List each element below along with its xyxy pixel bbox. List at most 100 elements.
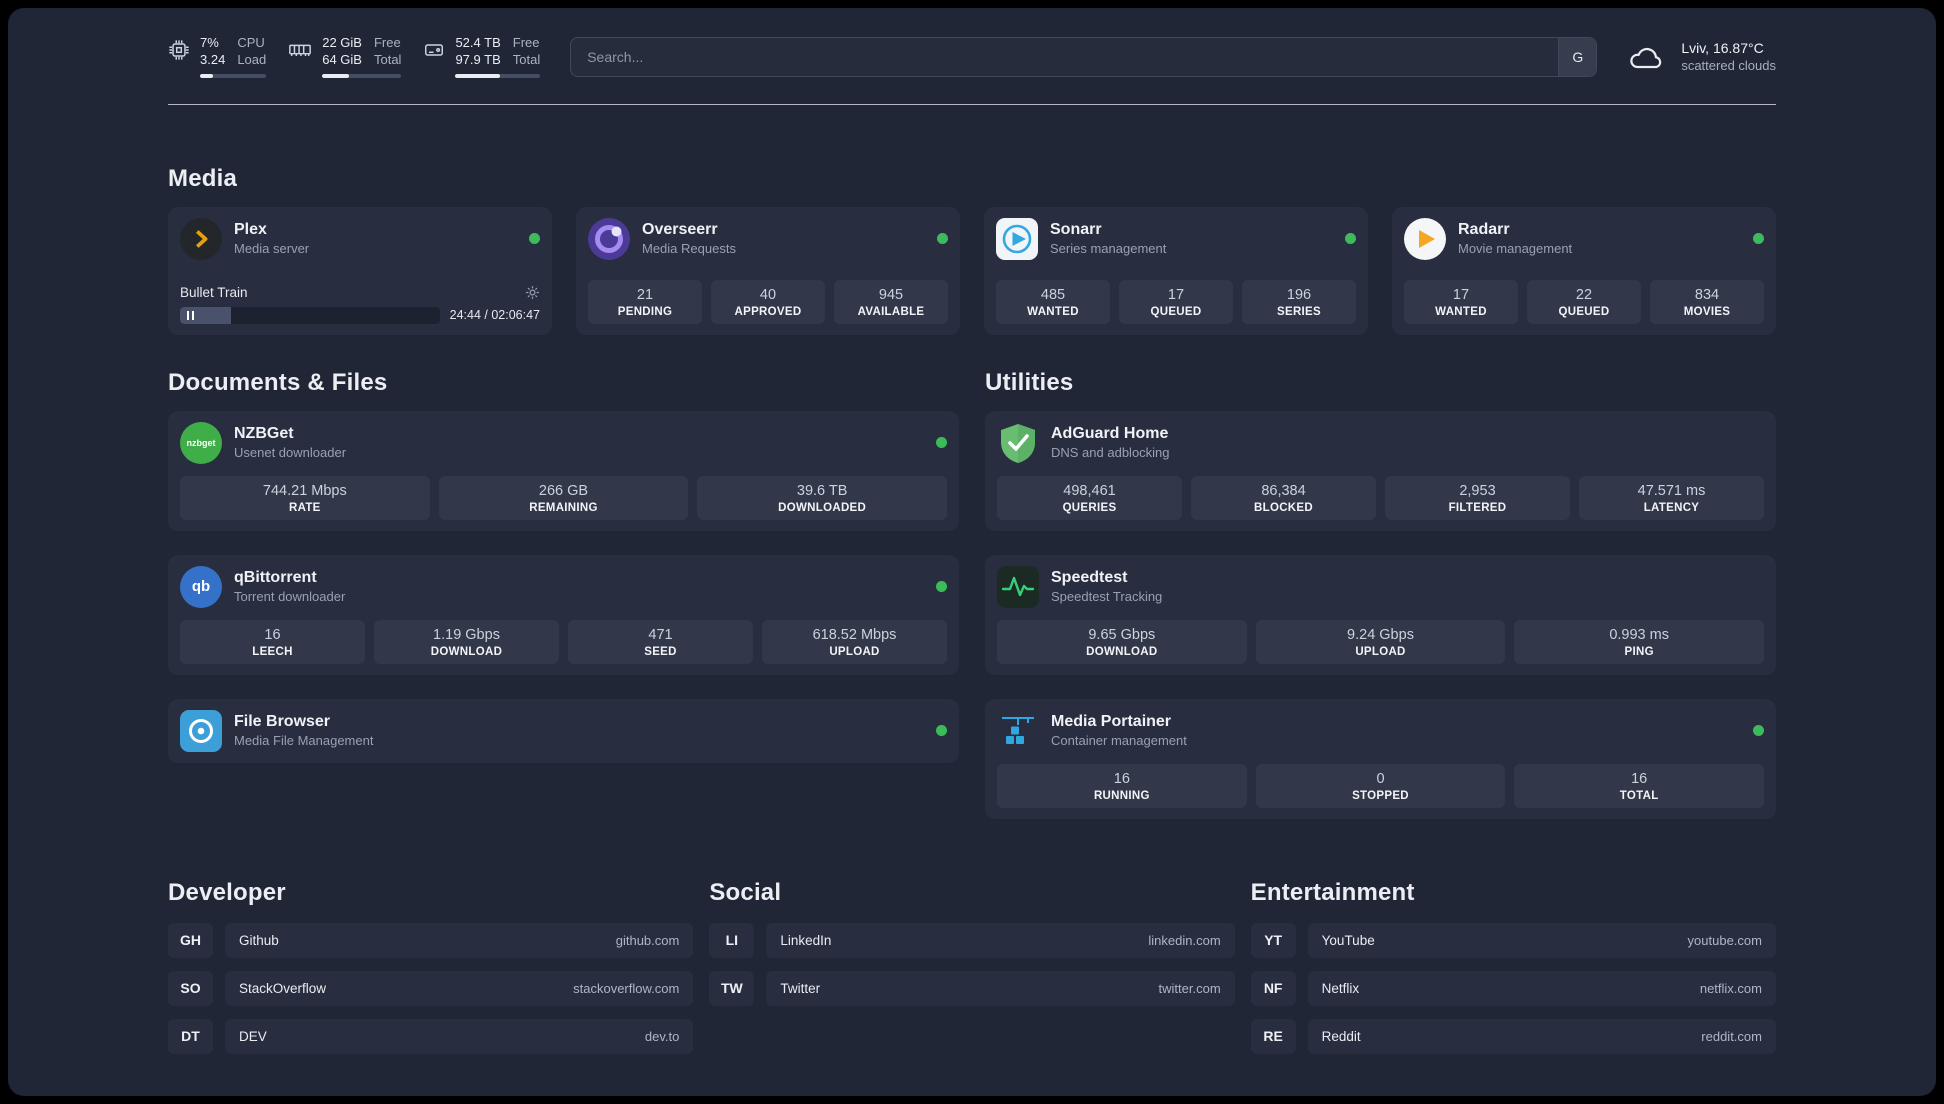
service-description: Media Requests — [642, 241, 736, 257]
service-description: Speedtest Tracking — [1051, 589, 1163, 605]
service-name: File Browser — [234, 713, 331, 731]
cpu-load-value: 3.24 — [200, 51, 226, 67]
status-dot — [936, 581, 947, 593]
dashboard: 7% 3.24 CPU Load 22 GiB 64 GiB Free Tota… — [8, 8, 1936, 1096]
search-engine-button[interactable]: G — [1558, 37, 1597, 76]
service-name: Plex — [234, 221, 267, 239]
media-grid: Plex Media server Bullet Train 24:44 / 0… — [168, 206, 1776, 335]
disk-usage-bar — [455, 73, 541, 78]
stat-tile: 498,461 QUERIES — [997, 475, 1182, 520]
pause-icon[interactable] — [187, 310, 194, 320]
memory-total-value: 64 GiB — [322, 51, 362, 67]
status-dot — [936, 725, 947, 737]
service-description: Movie management — [1458, 241, 1573, 257]
cpu-usage-bar — [200, 73, 267, 78]
bookmark-abbr: YT — [1250, 922, 1296, 958]
bookmark-link[interactable]: DEV dev.to — [225, 1018, 694, 1054]
stat-tile: 39.6 TB DOWNLOADED — [697, 475, 947, 520]
cpu-label-bottom: Load — [237, 51, 267, 67]
stat-tile: 485 WANTED — [996, 279, 1110, 324]
service-card-speedtest[interactable]: Speedtest Speedtest Tracking 9.65 Gbps D… — [985, 554, 1776, 675]
disk-label-bottom: Total — [512, 51, 541, 67]
cpu-label-top: CPU — [237, 35, 265, 50]
bookmark-abbr: LI — [709, 922, 755, 958]
stat-tile: 266 GB REMAINING — [438, 475, 689, 520]
service-card-overseerr[interactable]: Overseerr Media Requests 21 PENDING 40 A… — [576, 206, 960, 335]
service-description: Media server — [234, 241, 310, 257]
stat-tile: 9.24 Gbps UPLOAD — [1255, 619, 1506, 664]
bookmark-link[interactable]: Reddit reddit.com — [1307, 1018, 1776, 1054]
service-card-sonarr[interactable]: Sonarr Series management 485 WANTED 17 Q… — [984, 206, 1368, 335]
section-title-social: Social — [709, 878, 782, 906]
status-dot — [1753, 725, 1764, 737]
status-dot — [529, 233, 540, 245]
bookmark-link[interactable]: StackOverflow stackoverflow.com — [225, 970, 694, 1006]
section-title-documents: Documents & Files — [168, 368, 388, 396]
memory-label-top: Free — [373, 35, 401, 50]
service-name: Speedtest — [1051, 569, 1128, 587]
stat-tile: 21 PENDING — [588, 279, 702, 324]
service-description: Usenet downloader — [234, 445, 347, 461]
section-title-developer: Developer — [168, 878, 286, 906]
radarr-icon — [1404, 217, 1446, 260]
bookmark-twitter[interactable]: TW Twitter twitter.com — [709, 970, 1235, 1006]
player-settings-icon[interactable] — [525, 285, 540, 300]
nzbget-icon: nzbget — [180, 421, 222, 464]
bookmark-stackoverflow[interactable]: SO StackOverflow stackoverflow.com — [168, 970, 694, 1006]
memory-icon — [288, 39, 312, 61]
bookmark-abbr: GH — [168, 922, 213, 958]
playback-time: 24:44 / 02:06:47 — [449, 308, 540, 323]
bookmark-github[interactable]: GH Github github.com — [168, 922, 694, 958]
section-documents: Documents & Files nzbget NZBGet Usenet d… — [168, 369, 959, 763]
memory-free-value: 22 GiB — [322, 35, 362, 50]
bookmark-netflix[interactable]: NF Netflix netflix.com — [1250, 970, 1776, 1006]
service-card-radarr[interactable]: Radarr Movie management 17 WANTED 22 QUE… — [1392, 206, 1776, 335]
bookmark-link[interactable]: Twitter twitter.com — [766, 970, 1235, 1006]
stat-tile: 22 QUEUED — [1527, 279, 1641, 324]
section-title-entertainment: Entertainment — [1250, 878, 1415, 906]
bookmark-dev[interactable]: DT DEV dev.to — [168, 1018, 694, 1054]
search-input[interactable] — [571, 37, 1559, 76]
bookmark-abbr: NF — [1250, 970, 1296, 1006]
bookmark-link[interactable]: Netflix netflix.com — [1307, 970, 1776, 1006]
bookmark-youtube[interactable]: YT YouTube youtube.com — [1250, 922, 1776, 958]
topbar: 7% 3.24 CPU Load 22 GiB 64 GiB Free Tota… — [168, 35, 1776, 78]
service-name: qBittorrent — [234, 569, 317, 587]
service-card-nzbget[interactable]: nzbget NZBGet Usenet downloader 744.21 M… — [168, 410, 959, 531]
service-card-plex[interactable]: Plex Media server Bullet Train 24:44 / 0… — [168, 206, 552, 335]
stat-tile: 86,384 BLOCKED — [1191, 475, 1376, 520]
bookmark-link[interactable]: YouTube youtube.com — [1307, 922, 1776, 958]
plex-icon — [180, 217, 222, 260]
service-card-portainer[interactable]: Media Portainer Container management 16 … — [985, 698, 1776, 819]
disk-total-value: 97.9 TB — [455, 51, 501, 67]
search-bar: G — [570, 36, 1598, 77]
bookmarks: Developer GH Github github.com SO StackO… — [168, 879, 1776, 1054]
stat-tile: 744.21 Mbps RATE — [180, 475, 430, 520]
stat-tile: 834 MOVIES — [1650, 279, 1764, 324]
cpu-percent: 7% — [200, 35, 219, 50]
service-name: Media Portainer — [1051, 713, 1172, 731]
bookmark-reddit[interactable]: RE Reddit reddit.com — [1250, 1018, 1776, 1054]
service-card-filebrowser[interactable]: File Browser Media File Management — [168, 698, 959, 763]
stat-tile: 16 TOTAL — [1514, 763, 1764, 808]
service-description: Media File Management — [234, 733, 374, 749]
section-title-utilities: Utilities — [985, 368, 1074, 396]
service-name: Overseerr — [642, 221, 718, 239]
middle-sections: Documents & Files nzbget NZBGet Usenet d… — [168, 369, 1776, 819]
memory-label-bottom: Total — [373, 51, 402, 67]
stat-tile: 196 SERIES — [1242, 279, 1356, 324]
stat-tile: 0.993 ms PING — [1514, 619, 1764, 664]
disk-label-top: Free — [512, 35, 540, 50]
speedtest-icon — [997, 565, 1039, 608]
playback-progress-bar[interactable] — [180, 306, 440, 324]
stat-tile: 618.52 Mbps UPLOAD — [762, 619, 947, 664]
status-dot — [1345, 233, 1356, 245]
bookmark-link[interactable]: Github github.com — [225, 922, 694, 958]
service-card-qbittorrent[interactable]: qb qBittorrent Torrent downloader 16 LEE… — [168, 554, 959, 675]
stat-tile: 40 APPROVED — [711, 279, 825, 324]
bookmark-link[interactable]: LinkedIn linkedin.com — [766, 922, 1235, 958]
bookmark-linkedin[interactable]: LI LinkedIn linkedin.com — [709, 922, 1235, 958]
service-card-adguard[interactable]: AdGuard Home DNS and adblocking 498,461 … — [985, 410, 1776, 531]
weather-widget[interactable]: Lviv, 16.87°C scattered clouds — [1627, 40, 1776, 73]
stat-tile: 1.19 Gbps DOWNLOAD — [374, 619, 559, 664]
